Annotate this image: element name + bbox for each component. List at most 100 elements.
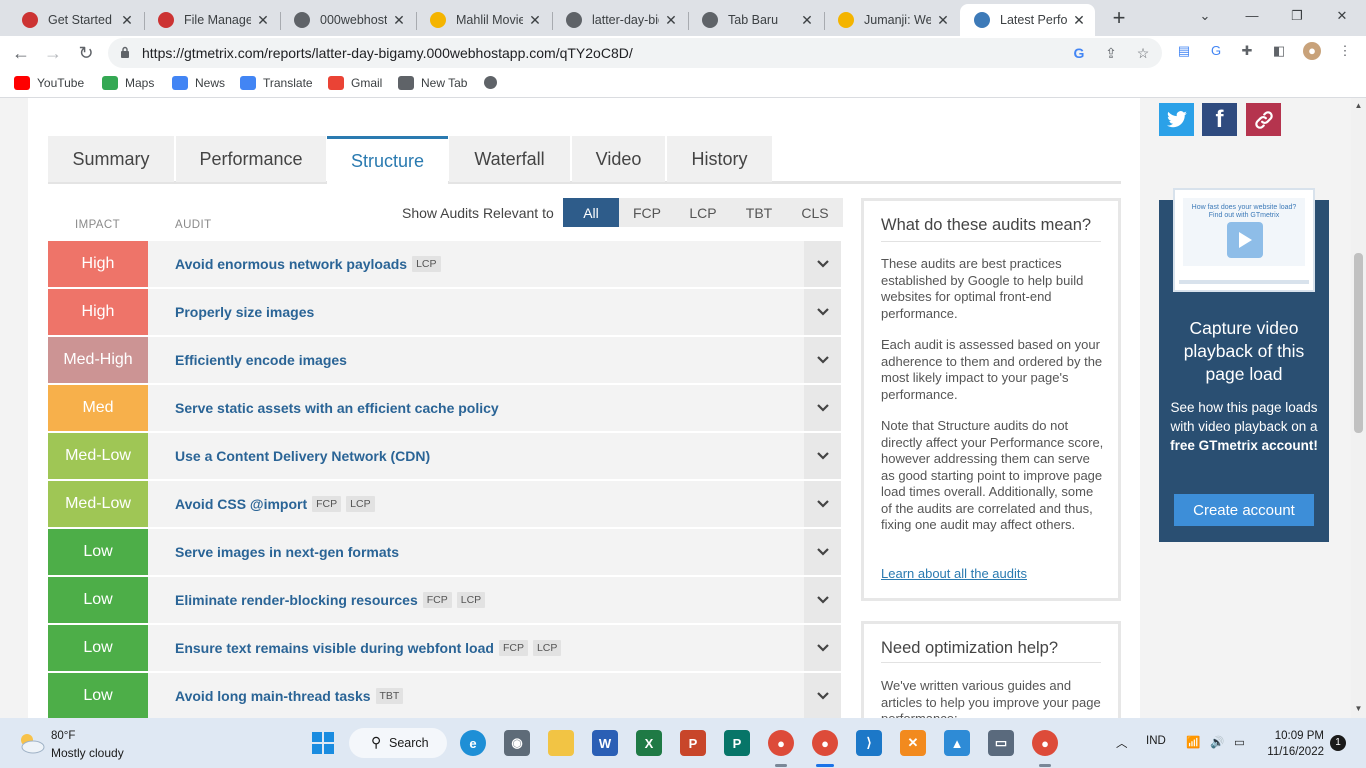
- bookmark-item[interactable]: News: [172, 76, 225, 90]
- word-icon[interactable]: W: [592, 730, 618, 756]
- create-account-button[interactable]: Create account: [1174, 494, 1314, 526]
- taskbar-search[interactable]: ⚲ Search: [349, 728, 447, 758]
- excel-icon[interactable]: X: [636, 730, 662, 756]
- tab-waterfall[interactable]: Waterfall: [449, 136, 570, 182]
- battery-icon[interactable]: ▭: [1234, 735, 1245, 749]
- google-icon[interactable]: G: [1070, 44, 1088, 62]
- audit-row[interactable]: Low Serve images in next-gen formats: [48, 529, 841, 575]
- scroll-up-icon[interactable]: ▲: [1354, 101, 1363, 110]
- expand-audit-button[interactable]: [804, 337, 841, 383]
- start-button[interactable]: [310, 730, 336, 756]
- docs-extension-icon[interactable]: ▤: [1175, 42, 1193, 60]
- expand-audit-button[interactable]: [804, 529, 841, 575]
- tab-close-icon[interactable]: ✕: [799, 12, 815, 29]
- tab-search-icon[interactable]: ⌄: [1190, 4, 1220, 28]
- address-bar[interactable]: https://gtmetrix.com/reports/latter-day-…: [108, 38, 1162, 68]
- edge-icon[interactable]: e: [460, 730, 486, 756]
- chrome-profile-icon[interactable]: ●: [1032, 730, 1058, 756]
- forward-icon[interactable]: →: [41, 41, 65, 65]
- scrollbar-thumb[interactable]: [1354, 253, 1363, 433]
- chrome-active-icon[interactable]: ●: [812, 730, 838, 756]
- profile-avatar[interactable]: ●: [1303, 42, 1321, 60]
- audit-row[interactable]: High Avoid enormous network payloads LCP: [48, 241, 841, 287]
- page-scrollbar[interactable]: ▲ ▼: [1351, 98, 1366, 718]
- expand-audit-button[interactable]: [804, 625, 841, 671]
- audit-title[interactable]: Serve images in next-gen formats: [175, 544, 399, 560]
- tab-close-icon[interactable]: ✕: [663, 12, 679, 29]
- audit-title[interactable]: Avoid long main-thread tasks: [175, 688, 371, 704]
- expand-audit-button[interactable]: [804, 577, 841, 623]
- side-panel-icon[interactable]: ◧: [1270, 42, 1288, 60]
- bookmark-globe-icon[interactable]: [484, 76, 504, 89]
- file-explorer-icon[interactable]: [548, 730, 574, 756]
- publisher-icon[interactable]: P: [724, 730, 750, 756]
- photos-icon[interactable]: ▲: [944, 730, 970, 756]
- expand-audit-button[interactable]: [804, 289, 841, 335]
- browser-tab[interactable]: 000webhost F ✕: [280, 4, 415, 36]
- tab-close-icon[interactable]: ✕: [935, 12, 951, 29]
- translate-extension-icon[interactable]: G: [1207, 42, 1225, 60]
- camera-icon[interactable]: ◉: [504, 730, 530, 756]
- browser-tab[interactable]: File Manager ✕: [144, 4, 279, 36]
- filter-fcp-button[interactable]: FCP: [619, 198, 675, 227]
- language-indicator[interactable]: IND: [1146, 735, 1166, 747]
- audit-title[interactable]: Efficiently encode images: [175, 352, 347, 368]
- audit-row[interactable]: Low Avoid long main-thread tasks TBT: [48, 673, 841, 719]
- remote-desktop-icon[interactable]: ▭: [988, 730, 1014, 756]
- audit-title[interactable]: Avoid enormous network payloads: [175, 256, 407, 272]
- audit-row[interactable]: Low Ensure text remains visible during we…: [48, 625, 841, 671]
- browser-tab[interactable]: Jumanji: Welc ✕: [824, 4, 959, 36]
- audit-title[interactable]: Use a Content Delivery Network (CDN): [175, 448, 430, 464]
- audit-title[interactable]: Properly size images: [175, 304, 314, 320]
- scroll-down-icon[interactable]: ▼: [1354, 704, 1363, 713]
- bookmark-item[interactable]: Gmail: [328, 76, 382, 90]
- expand-audit-button[interactable]: [804, 673, 841, 719]
- back-icon[interactable]: ←: [9, 41, 33, 65]
- audit-title[interactable]: Ensure text remains visible during webfo…: [175, 640, 494, 656]
- tray-overflow-icon[interactable]: ︿: [1116, 735, 1128, 751]
- notification-badge[interactable]: 1: [1330, 735, 1346, 751]
- tab-close-icon[interactable]: ✕: [1071, 12, 1087, 29]
- audit-row[interactable]: High Properly size images: [48, 289, 841, 335]
- tab-performance[interactable]: Performance: [176, 136, 326, 182]
- tab-close-icon[interactable]: ✕: [391, 12, 407, 29]
- expand-audit-button[interactable]: [804, 385, 841, 431]
- filter-lcp-button[interactable]: LCP: [675, 198, 731, 227]
- expand-audit-button[interactable]: [804, 433, 841, 479]
- audit-row[interactable]: Med-Low Avoid CSS @import FCP LCP: [48, 481, 841, 527]
- system-clock[interactable]: 10:09 PM 11/16/2022: [1264, 728, 1324, 760]
- weather-cloud-icon[interactable]: [16, 732, 46, 754]
- bookmark-item[interactable]: YouTube: [14, 76, 84, 90]
- audit-title[interactable]: Avoid CSS @import: [175, 496, 307, 512]
- audit-row[interactable]: Med Serve static assets with an efficient…: [48, 385, 841, 431]
- bookmark-item[interactable]: New Tab: [398, 76, 467, 90]
- extensions-puzzle-icon[interactable]: ✚: [1238, 42, 1256, 60]
- audit-title[interactable]: Serve static assets with an efficient ca…: [175, 400, 499, 416]
- close-window-button[interactable]: ✕: [1327, 4, 1357, 28]
- audit-row[interactable]: Med-High Efficiently encode images: [48, 337, 841, 383]
- bookmark-star-icon[interactable]: ☆: [1134, 44, 1152, 62]
- link-share-button[interactable]: [1246, 103, 1281, 136]
- tab-summary[interactable]: Summary: [48, 136, 174, 182]
- menu-kebab-icon[interactable]: ⋮: [1336, 42, 1354, 60]
- video-preview-thumbnail[interactable]: How fast does your website load? Find ou…: [1173, 188, 1315, 292]
- browser-tab[interactable]: Latest Perform ✕: [960, 4, 1095, 36]
- audit-title[interactable]: Eliminate render-blocking resources: [175, 592, 418, 608]
- tab-structure[interactable]: Structure: [327, 136, 448, 184]
- wifi-icon[interactable]: 📶: [1186, 735, 1200, 749]
- browser-tab[interactable]: latter-day-big ✕: [552, 4, 687, 36]
- browser-tab[interactable]: Mahlil Movies ✕: [416, 4, 551, 36]
- chrome-icon[interactable]: ●: [768, 730, 794, 756]
- volume-icon[interactable]: 🔊: [1210, 735, 1224, 749]
- audit-row[interactable]: Med-Low Use a Content Delivery Network (C…: [48, 433, 841, 479]
- expand-audit-button[interactable]: [804, 481, 841, 527]
- tab-history[interactable]: History: [667, 136, 772, 182]
- filter-tbt-button[interactable]: TBT: [731, 198, 787, 227]
- minimize-button[interactable]: —: [1237, 4, 1267, 28]
- new-tab-button[interactable]: +: [1105, 5, 1133, 33]
- tab-video[interactable]: Video: [572, 136, 665, 182]
- filter-all-button[interactable]: All: [563, 198, 619, 227]
- audit-row[interactable]: Low Eliminate render-blocking resources FC…: [48, 577, 841, 623]
- vscode-icon[interactable]: ⟩: [856, 730, 882, 756]
- browser-tab[interactable]: Tab Baru ✕: [688, 4, 823, 36]
